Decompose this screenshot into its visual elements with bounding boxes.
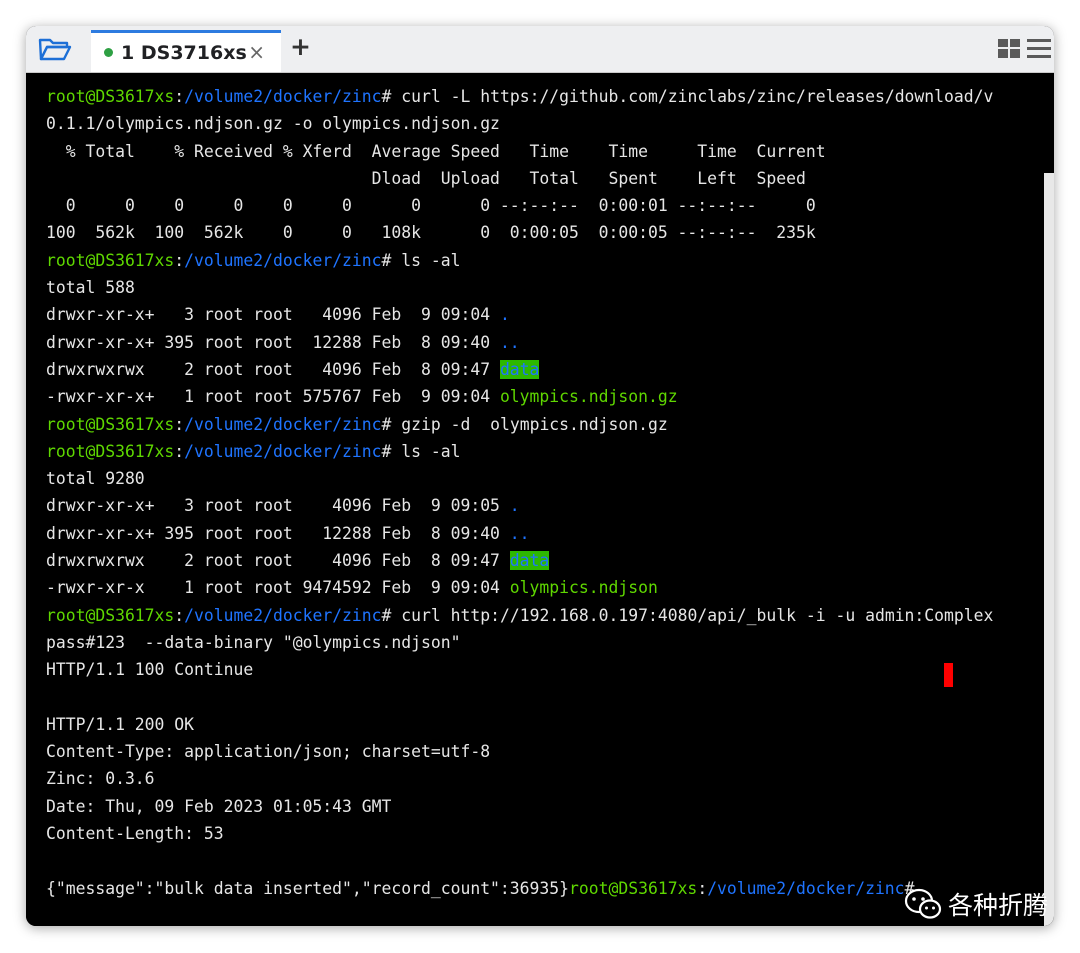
scrollbar[interactable]: [1044, 173, 1054, 926]
listing-line: drwxr-xr-x+ 395 root root 12288 Feb 8 09…: [46, 332, 520, 352]
tab-session[interactable]: 1 DS3716xs ×: [91, 30, 281, 72]
output-line: total 9280: [46, 469, 145, 489]
wechat-icon: [904, 888, 942, 919]
output-line: HTTP/1.1 200 OK: [46, 714, 195, 734]
folder-open-icon[interactable]: [38, 35, 72, 63]
listing-line: drwxr-xr-x+ 395 root root 12288 Feb 8 09…: [46, 523, 530, 543]
layout-grid-icon[interactable]: [998, 39, 1020, 58]
output-line: Date: Thu, 09 Feb 2023 01:05:43 GMT: [46, 796, 392, 816]
status-dot-icon: [104, 48, 113, 57]
output-line: total 588: [46, 278, 135, 298]
output-line: % Total % Received % Xferd Average Speed…: [46, 141, 826, 161]
listing-line: drwxr-xr-x+ 3 root root 4096 Feb 9 09:05…: [46, 496, 520, 516]
tab-bar: 1 DS3716xs × +: [26, 26, 1054, 73]
terminal-window: 1 DS3716xs × + root@DS3617xs:/volume2/do…: [26, 26, 1054, 926]
listing-line: -rwxr-xr-x 1 root root 9474592 Feb 9 09:…: [46, 578, 658, 598]
output-line: pass#123 --data-binary "@olympics.ndjson…: [46, 632, 461, 652]
tab-title: 1 DS3716xs: [121, 41, 247, 64]
command-line: root@DS3617xs:/volume2/docker/zinc# ls -…: [46, 250, 461, 270]
plus-icon[interactable]: +: [290, 32, 311, 61]
command-line: root@DS3617xs:/volume2/docker/zinc# curl…: [46, 605, 994, 625]
terminal-cursor: [944, 663, 953, 687]
listing-line: drwxrwxrwx 2 root root 4096 Feb 8 09:47 …: [46, 359, 540, 379]
command-line: root@DS3617xs:/volume2/docker/zinc# gzip…: [46, 414, 668, 434]
listing-line: drwxrwxrwx 2 root root 4096 Feb 8 09:47 …: [46, 551, 550, 571]
watermark: 各种折腾: [904, 886, 1048, 922]
close-icon[interactable]: ×: [248, 40, 265, 64]
command-line: root@DS3617xs:/volume2/docker/zinc# ls -…: [46, 441, 461, 461]
command-line: root@DS3617xs:/volume2/docker/zinc# curl…: [46, 87, 994, 106]
output-line: Dload Upload Total Spent Left Speed: [46, 168, 806, 188]
listing-line: -rwxr-xr-x+ 1 root root 575767 Feb 9 09:…: [46, 387, 678, 407]
watermark-text: 各种折腾: [947, 891, 1048, 920]
output-line: HTTP/1.1 100 Continue: [46, 660, 254, 680]
output-line: 0 0 0 0 0 0 0 0 --:--:-- 0:00:01 --:--:-…: [46, 196, 816, 216]
output-line: Content-Type: application/json; charset=…: [46, 742, 491, 762]
command-line: {"message":"bulk data inserted","record_…: [46, 878, 915, 898]
hamburger-menu-icon[interactable]: [1027, 39, 1051, 58]
output-line: Zinc: 0.3.6: [46, 769, 155, 789]
output-line: Content-Length: 53: [46, 824, 224, 844]
output-line: 0.1.1/olympics.ndjson.gz -o olympics.ndj…: [46, 114, 500, 134]
terminal-output[interactable]: root@DS3617xs:/volume2/docker/zinc# curl…: [26, 73, 1054, 926]
listing-line: drwxr-xr-x+ 3 root root 4096 Feb 9 09:04…: [46, 305, 510, 325]
output-line: 100 562k 100 562k 0 0 108k 0 0:00:05 0:0…: [46, 223, 816, 243]
